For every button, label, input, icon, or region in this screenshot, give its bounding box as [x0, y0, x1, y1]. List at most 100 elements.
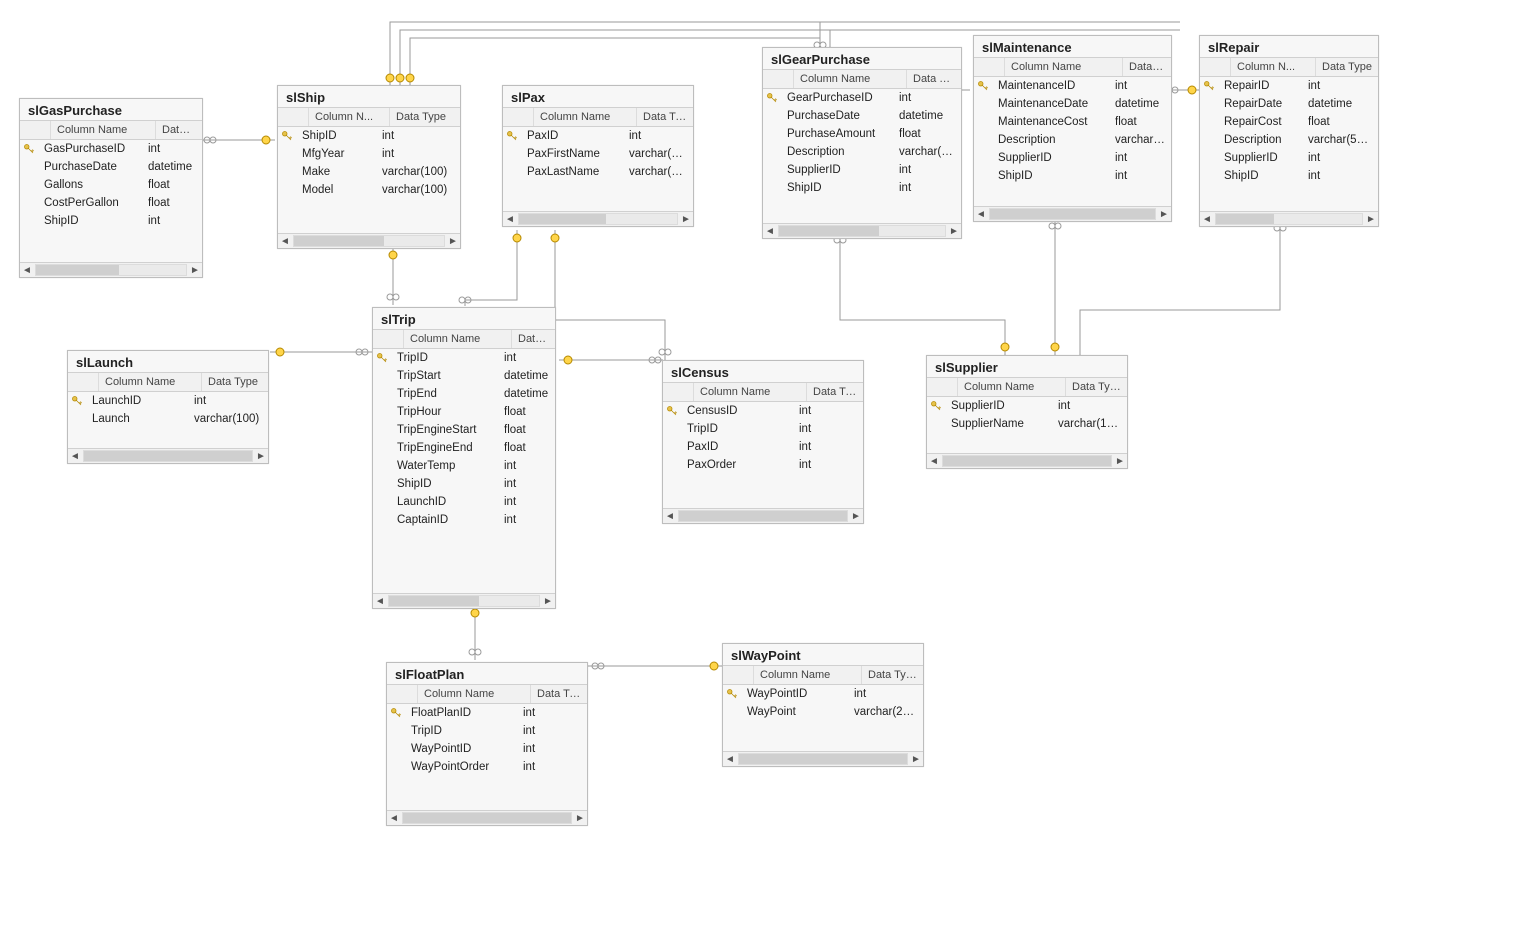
table-row[interactable]: FloatPlanIDint	[387, 704, 587, 722]
scroll-left-icon[interactable]: ◄	[373, 594, 387, 608]
table-row[interactable]: WayPointIDint	[387, 740, 587, 758]
table-row[interactable]: PurchaseAmountfloat	[763, 125, 961, 143]
table-row[interactable]: ShipIDint	[974, 167, 1171, 185]
table-row[interactable]: RepairDatedatetime	[1200, 95, 1378, 113]
scroll-left-icon[interactable]: ◄	[503, 212, 517, 226]
scrollbar-h[interactable]: ◄ ►	[763, 223, 961, 238]
table-row[interactable]: GearPurchaseIDint	[763, 89, 961, 107]
table-row[interactable]: ShipIDint	[278, 127, 460, 145]
table-row[interactable]: WayPointIDint	[723, 685, 923, 703]
table-row[interactable]: TripHourfloat	[373, 403, 555, 421]
table-row[interactable]: PaxOrderint	[663, 456, 863, 474]
scroll-right-icon[interactable]: ►	[573, 811, 587, 825]
table-row[interactable]: LaunchIDint	[373, 493, 555, 511]
scrollbar-h[interactable]: ◄ ►	[663, 508, 863, 523]
table-row[interactable]: PaxLastNamevarchar(200)	[503, 163, 693, 181]
scroll-left-icon[interactable]: ◄	[974, 207, 988, 221]
scroll-right-icon[interactable]: ►	[254, 449, 268, 463]
table-row[interactable]: SupplierIDint	[763, 161, 961, 179]
table-row[interactable]: WayPointvarchar(250)	[723, 703, 923, 721]
table-row[interactable]: CaptainIDint	[373, 511, 555, 529]
table-row[interactable]: PurchaseDatedatetime	[763, 107, 961, 125]
table-row[interactable]: PurchaseDatedatetime	[20, 158, 202, 176]
table-row[interactable]: Descriptionvarchar(500)	[974, 131, 1171, 149]
table-row[interactable]: TripStartdatetime	[373, 367, 555, 385]
table-row[interactable]: Gallonsfloat	[20, 176, 202, 194]
table-row[interactable]: TripIDint	[373, 349, 555, 367]
table-row[interactable]: TripEngineEndfloat	[373, 439, 555, 457]
scrollbar-h[interactable]: ◄ ►	[387, 810, 587, 825]
table-row[interactable]: Launchvarchar(100)	[68, 410, 268, 428]
scrollbar-h[interactable]: ◄ ►	[723, 751, 923, 766]
scroll-left-icon[interactable]: ◄	[387, 811, 401, 825]
scroll-left-icon[interactable]: ◄	[68, 449, 82, 463]
table-row[interactable]: SupplierIDint	[974, 149, 1171, 167]
scrollbar-h[interactable]: ◄ ►	[1200, 211, 1378, 226]
table-slPax[interactable]: slPax Column Name Data Type PaxIDintPaxF…	[502, 85, 694, 227]
table-row[interactable]: LaunchIDint	[68, 392, 268, 410]
scrollbar-h[interactable]: ◄ ►	[20, 262, 202, 277]
table-row[interactable]: PaxIDint	[503, 127, 693, 145]
table-row[interactable]: ShipIDint	[20, 212, 202, 230]
table-row[interactable]: CensusIDint	[663, 402, 863, 420]
table-row[interactable]: Descriptionvarchar(500)	[1200, 131, 1378, 149]
table-row[interactable]: TripIDint	[387, 722, 587, 740]
table-row[interactable]: Descriptionvarchar(500)	[763, 143, 961, 161]
table-slRepair[interactable]: slRepair Column N... Data Type RepairIDi…	[1199, 35, 1379, 227]
table-row[interactable]: WaterTempint	[373, 457, 555, 475]
table-slGearPurchase[interactable]: slGearPurchase Column Name Data Type Gea…	[762, 47, 962, 239]
table-row[interactable]: PaxIDint	[663, 438, 863, 456]
scroll-left-icon[interactable]: ◄	[20, 263, 34, 277]
table-row[interactable]: SupplierIDint	[1200, 149, 1378, 167]
table-row[interactable]: TripEngineStartfloat	[373, 421, 555, 439]
table-row[interactable]: ShipIDint	[763, 179, 961, 197]
table-row[interactable]: SupplierIDint	[927, 397, 1127, 415]
table-slCensus[interactable]: slCensus Column Name Data Type CensusIDi…	[662, 360, 864, 524]
scroll-right-icon[interactable]: ►	[849, 509, 863, 523]
table-slTrip[interactable]: slTrip Column Name Data Type TripIDintTr…	[372, 307, 556, 609]
table-row[interactable]: TripIDint	[663, 420, 863, 438]
table-slMaintenance[interactable]: slMaintenance Column Name Data Type Main…	[973, 35, 1172, 222]
scroll-left-icon[interactable]: ◄	[1200, 212, 1214, 226]
table-row[interactable]: WayPointOrderint	[387, 758, 587, 776]
table-row[interactable]: SupplierNamevarchar(100)	[927, 415, 1127, 433]
table-row[interactable]: ShipIDint	[1200, 167, 1378, 185]
scroll-left-icon[interactable]: ◄	[278, 234, 292, 248]
scrollbar-h[interactable]: ◄ ►	[927, 453, 1127, 468]
table-slSupplier[interactable]: slSupplier Column Name Data Type Supplie…	[926, 355, 1128, 469]
table-row[interactable]: MaintenanceIDint	[974, 77, 1171, 95]
scroll-right-icon[interactable]: ►	[1113, 454, 1127, 468]
scrollbar-h[interactable]: ◄ ►	[503, 211, 693, 226]
table-slFloatPlan[interactable]: slFloatPlan Column Name Data Type FloatP…	[386, 662, 588, 826]
table-row[interactable]: CostPerGallonfloat	[20, 194, 202, 212]
scroll-right-icon[interactable]: ►	[1157, 207, 1171, 221]
scroll-right-icon[interactable]: ►	[679, 212, 693, 226]
table-row[interactable]: GasPurchaseIDint	[20, 140, 202, 158]
table-slLaunch[interactable]: slLaunch Column Name Data Type LaunchIDi…	[67, 350, 269, 464]
table-slShip[interactable]: slShip Column N... Data Type ShipIDintMf…	[277, 85, 461, 249]
scroll-left-icon[interactable]: ◄	[763, 224, 777, 238]
table-row[interactable]: Makevarchar(100)	[278, 163, 460, 181]
table-row[interactable]: Modelvarchar(100)	[278, 181, 460, 199]
table-row[interactable]: MaintenanceDatedatetime	[974, 95, 1171, 113]
table-row[interactable]: TripEnddatetime	[373, 385, 555, 403]
table-slGasPurchase[interactable]: slGasPurchase Column Name Data Type GasP…	[19, 98, 203, 278]
scrollbar-h[interactable]: ◄ ►	[974, 206, 1171, 221]
scroll-right-icon[interactable]: ►	[541, 594, 555, 608]
scroll-left-icon[interactable]: ◄	[723, 752, 737, 766]
table-row[interactable]: MfgYearint	[278, 145, 460, 163]
scrollbar-h[interactable]: ◄ ►	[68, 448, 268, 463]
table-row[interactable]: RepairIDint	[1200, 77, 1378, 95]
scroll-right-icon[interactable]: ►	[188, 263, 202, 277]
scroll-left-icon[interactable]: ◄	[663, 509, 677, 523]
scroll-left-icon[interactable]: ◄	[927, 454, 941, 468]
table-row[interactable]: ShipIDint	[373, 475, 555, 493]
scroll-right-icon[interactable]: ►	[947, 224, 961, 238]
table-row[interactable]: RepairCostfloat	[1200, 113, 1378, 131]
scroll-right-icon[interactable]: ►	[446, 234, 460, 248]
scroll-right-icon[interactable]: ►	[909, 752, 923, 766]
scroll-right-icon[interactable]: ►	[1364, 212, 1378, 226]
scrollbar-h[interactable]: ◄ ►	[373, 593, 555, 608]
table-row[interactable]: PaxFirstNamevarchar(200)	[503, 145, 693, 163]
table-row[interactable]: MaintenanceCostfloat	[974, 113, 1171, 131]
